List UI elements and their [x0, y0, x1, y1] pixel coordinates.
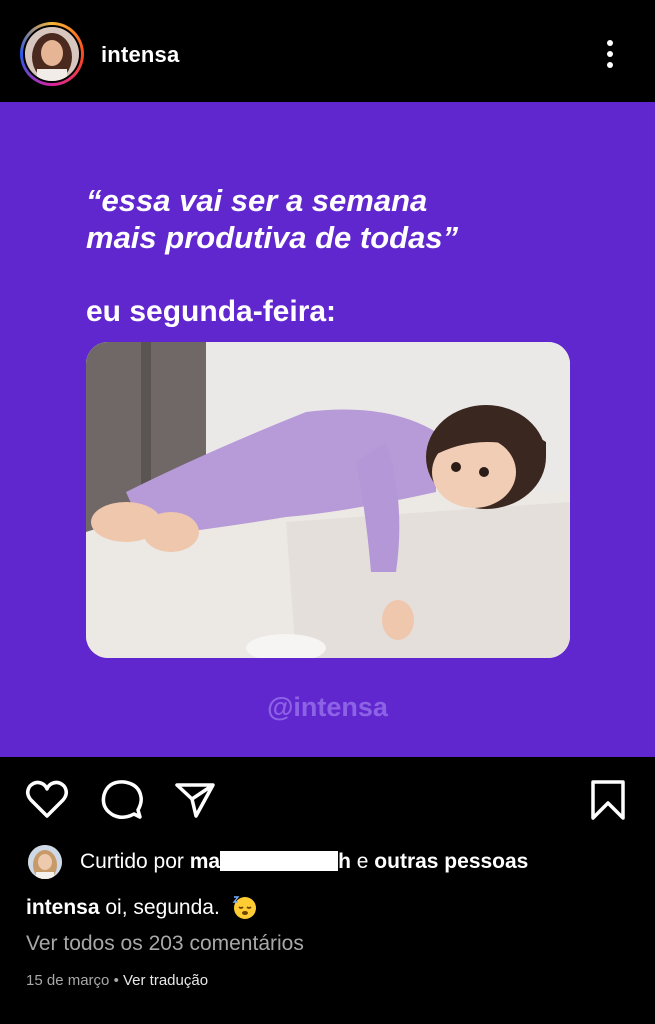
likes-others[interactable]: outras pessoas [374, 850, 528, 873]
post-meta: 15 de março • Ver tradução [26, 972, 208, 989]
redacted-name-block [220, 851, 339, 871]
send-icon[interactable] [172, 777, 218, 823]
post-watermark: @intensa [267, 692, 388, 722]
post-username[interactable]: intensa [101, 42, 179, 68]
avatar-image [23, 25, 81, 83]
quote-line-2: mais produtiva de todas” [86, 220, 459, 255]
likes-prefix: Curtido por [80, 850, 184, 873]
caption-username[interactable]: intensa [26, 896, 100, 919]
liker-name-start[interactable]: ma [190, 850, 220, 873]
quote-line-1: “essa vai ser a semana [86, 183, 428, 218]
meta-separator: • [113, 972, 119, 989]
see-translation-link[interactable]: Ver tradução [123, 972, 208, 989]
post-subtitle: eu segunda-feira: [86, 295, 337, 328]
liker-name-end[interactable]: h [338, 850, 351, 873]
profile-avatar[interactable] [20, 22, 84, 86]
likes-connector: e [356, 850, 369, 873]
post-image[interactable]: “essa vai ser a semana mais produtiva de… [0, 102, 655, 757]
heart-icon[interactable] [24, 777, 70, 823]
post-date: 15 de março [26, 972, 110, 989]
likes-text: Curtido por ma h e outras pessoas [80, 850, 528, 874]
baby-photo [86, 342, 570, 658]
liker-avatar [28, 845, 62, 879]
comment-icon[interactable] [99, 777, 145, 823]
post-caption: intensa oi, segunda. [26, 894, 258, 920]
post-header: intensa [0, 0, 655, 102]
sleeping-face-emoji-icon [232, 894, 258, 920]
post-quote: “essa vai ser a semana mais produtiva de… [86, 182, 566, 256]
bookmark-icon[interactable] [585, 777, 631, 823]
caption-text: oi, segunda. [105, 896, 220, 919]
more-options-icon[interactable] [598, 38, 622, 72]
view-all-comments-link[interactable]: Ver todos os 203 comentários [26, 932, 304, 956]
action-bar [0, 757, 655, 843]
likes-row[interactable]: Curtido por ma h e outras pessoas [28, 843, 648, 883]
